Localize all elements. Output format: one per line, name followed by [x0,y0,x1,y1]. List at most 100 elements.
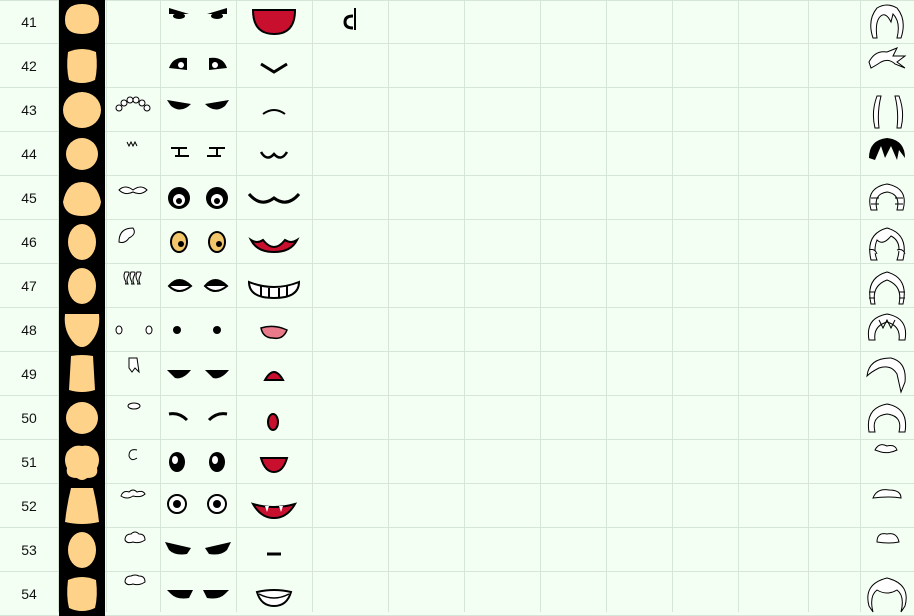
row-number: 51 [21,454,37,470]
hair-icon [861,396,913,440]
face-shape-icon [59,88,105,132]
face-shape-icon [59,440,105,484]
sprite-row: 47 [0,264,914,308]
row-number: 48 [21,322,37,338]
row-number: 45 [21,190,37,206]
eyes-icon [161,440,235,484]
face-shape-icon [59,308,105,352]
eyes-icon [161,88,235,132]
misc-icon [313,176,387,220]
row-number: 53 [21,542,37,558]
accessory-icon [107,572,159,616]
misc-icon [313,396,387,440]
mouth-icon [237,88,311,132]
hair-icon [861,44,913,88]
row-number: 43 [21,102,37,118]
misc-icon [313,528,387,572]
sprite-row: 51 [0,440,914,484]
row-number: 52 [21,498,37,514]
mouth-icon [237,132,311,176]
row-number: 50 [21,410,37,426]
hair-icon [861,572,913,616]
eyes-icon [161,484,235,528]
accessory-icon [107,440,159,484]
eyes-icon [161,0,235,44]
sprite-row: 50 [0,396,914,440]
hair-icon [861,176,913,220]
mouth-icon [237,484,311,528]
hair-icon [861,528,913,572]
sprite-row: 45 [0,176,914,220]
face-shape-icon [59,44,105,88]
mouth-icon [237,528,311,572]
misc-icon [313,484,387,528]
row-number: 49 [21,366,37,382]
eyes-icon [161,308,235,352]
eyes-icon [161,44,235,88]
eyes-icon [161,396,235,440]
row-number: 41 [21,14,37,30]
hair-icon [861,264,913,308]
hair-icon [861,88,913,132]
sprite-row: 41 [0,0,914,44]
row-number: 46 [21,234,37,250]
misc-icon [313,308,387,352]
accessory-icon [107,396,159,440]
mouth-icon [237,44,311,88]
mouth-icon [237,308,311,352]
hair-icon [861,308,913,352]
mouth-icon [237,220,311,264]
row-number: 47 [21,278,37,294]
misc-icon [313,0,387,44]
eyes-icon [161,352,235,396]
row-number: 44 [21,146,37,162]
face-shape-icon [59,484,105,528]
eyes-icon [161,176,235,220]
face-shape-icon [59,572,105,616]
face-shape-icon [59,396,105,440]
sprite-row: 49 [0,352,914,396]
accessory-icon [107,220,159,264]
sprite-row: 46 [0,220,914,264]
row-number: 54 [21,586,37,602]
face-shape-icon [59,264,105,308]
mouth-icon [237,440,311,484]
accessory-icon [107,0,159,44]
misc-icon [313,572,387,616]
hair-icon [861,0,913,44]
eyes-icon [161,220,235,264]
hair-icon [861,440,913,484]
accessory-icon [107,264,159,308]
eyes-icon [161,264,235,308]
sprite-row: 52 [0,484,914,528]
accessory-icon [107,44,159,88]
eyes-icon [161,132,235,176]
face-shape-icon [59,0,105,44]
misc-icon [313,352,387,396]
sprite-sheet-grid: 41 42 43 44 45 46 47 48 49 50 51 52 53 54 [0,0,914,616]
mouth-icon [237,572,311,616]
misc-icon [313,440,387,484]
accessory-icon [107,528,159,572]
eyes-icon [161,572,235,616]
eyes-icon [161,528,235,572]
mouth-icon [237,176,311,220]
sprite-row: 43 [0,88,914,132]
accessory-icon [107,176,159,220]
face-shape-icon [59,220,105,264]
sprite-row: 54 [0,572,914,616]
mouth-icon [237,352,311,396]
hair-icon [861,220,913,264]
face-shape-icon [59,352,105,396]
mouth-icon [237,0,311,44]
face-shape-icon [59,176,105,220]
hair-icon [861,132,913,176]
misc-icon [313,132,387,176]
hair-icon [861,484,913,528]
mouth-icon [237,264,311,308]
misc-icon [313,44,387,88]
accessory-icon [107,352,159,396]
misc-icon [313,264,387,308]
face-shape-icon [59,132,105,176]
sprite-row: 48 [0,308,914,352]
